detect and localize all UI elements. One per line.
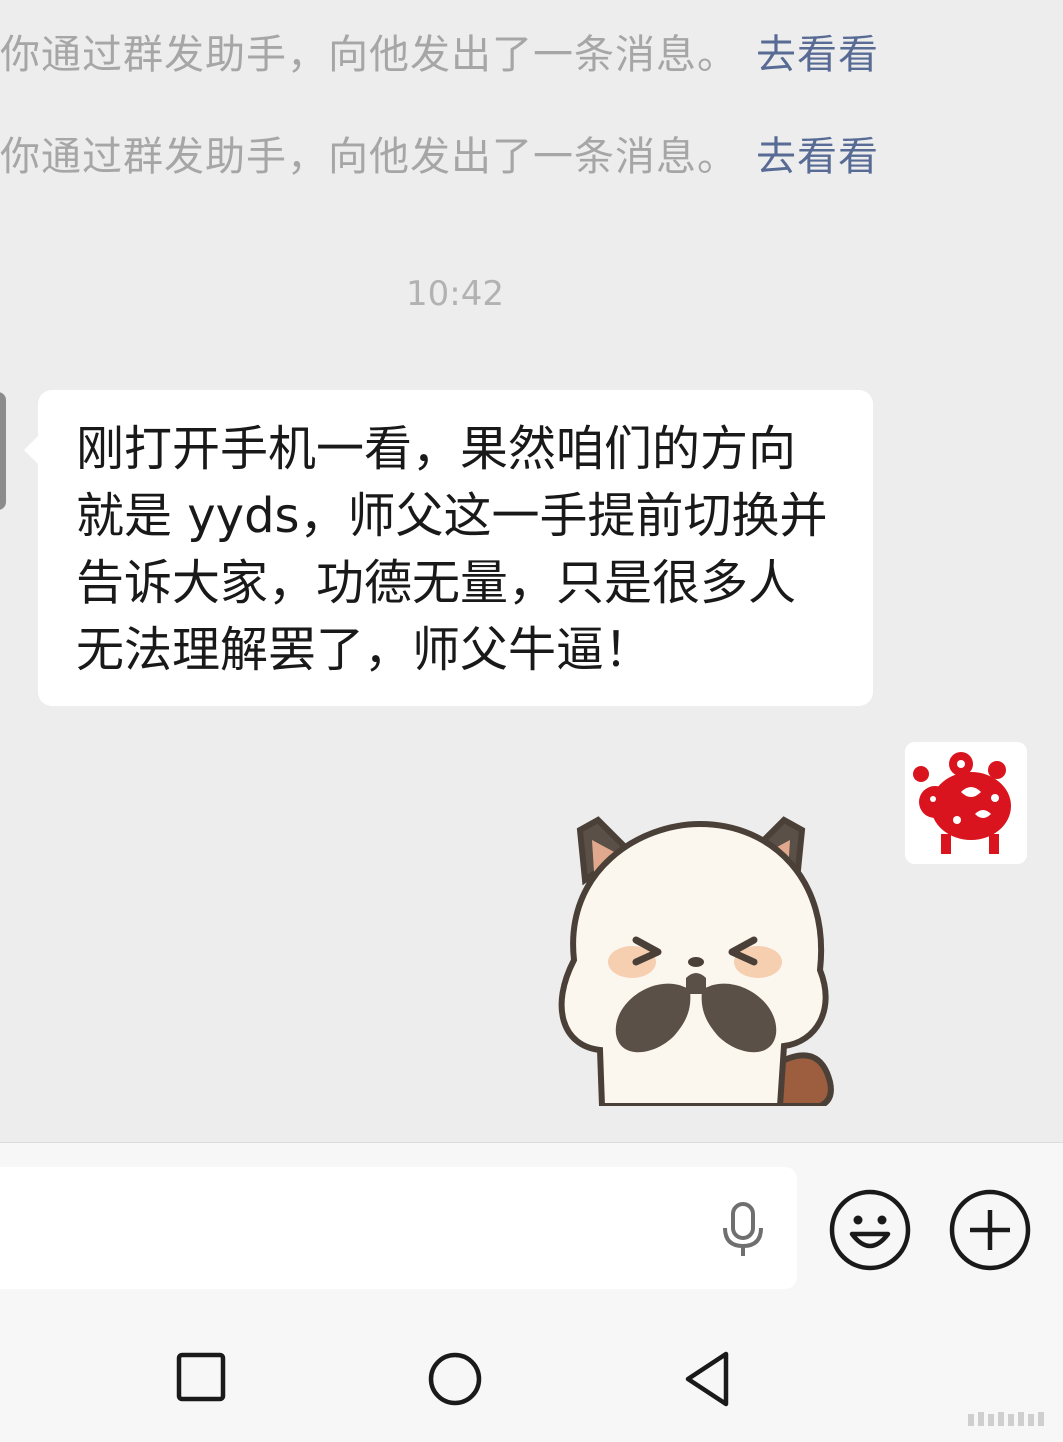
microphone-icon[interactable]: [718, 1200, 768, 1260]
triangle-back-icon[interactable]: [682, 1350, 734, 1408]
view-link[interactable]: 去看看: [756, 134, 879, 180]
raccoon-sticker[interactable]: [540, 810, 850, 1109]
message-text: 刚打开手机一看，果然咱们的方向就是 yyds，师父这一手提前切换并告诉大家，功德…: [76, 421, 828, 678]
smiley-icon[interactable]: [828, 1188, 912, 1272]
system-message-text: 你通过群发助手，向他发出了一条消息。: [0, 32, 738, 78]
system-navigation-bar: [0, 1302, 1063, 1442]
paper-cut-ox-avatar-icon: [905, 742, 1027, 864]
message-input[interactable]: [0, 1167, 797, 1289]
square-icon[interactable]: [176, 1352, 228, 1404]
incoming-message-bubble[interactable]: 刚打开手机一看，果然咱们的方向就是 yyds，师父这一手提前切换并告诉大家，功德…: [24, 390, 873, 706]
system-message: 你通过群发助手，向他发出了一条消息。 去看看: [0, 124, 879, 182]
view-link[interactable]: 去看看: [756, 32, 879, 78]
contact-avatar[interactable]: [0, 392, 6, 510]
system-message: 你通过群发助手，向他发出了一条消息。 去看看: [0, 22, 879, 80]
my-avatar[interactable]: [905, 742, 1027, 864]
system-message-text: 你通过群发助手，向他发出了一条消息。: [0, 134, 738, 180]
message-timestamp: 10:42: [406, 274, 504, 314]
circle-icon[interactable]: [427, 1351, 483, 1407]
watermark-icon: [968, 1412, 1044, 1426]
raccoon-sticker-icon: [558, 816, 834, 1109]
plus-circle-icon[interactable]: [948, 1188, 1032, 1272]
